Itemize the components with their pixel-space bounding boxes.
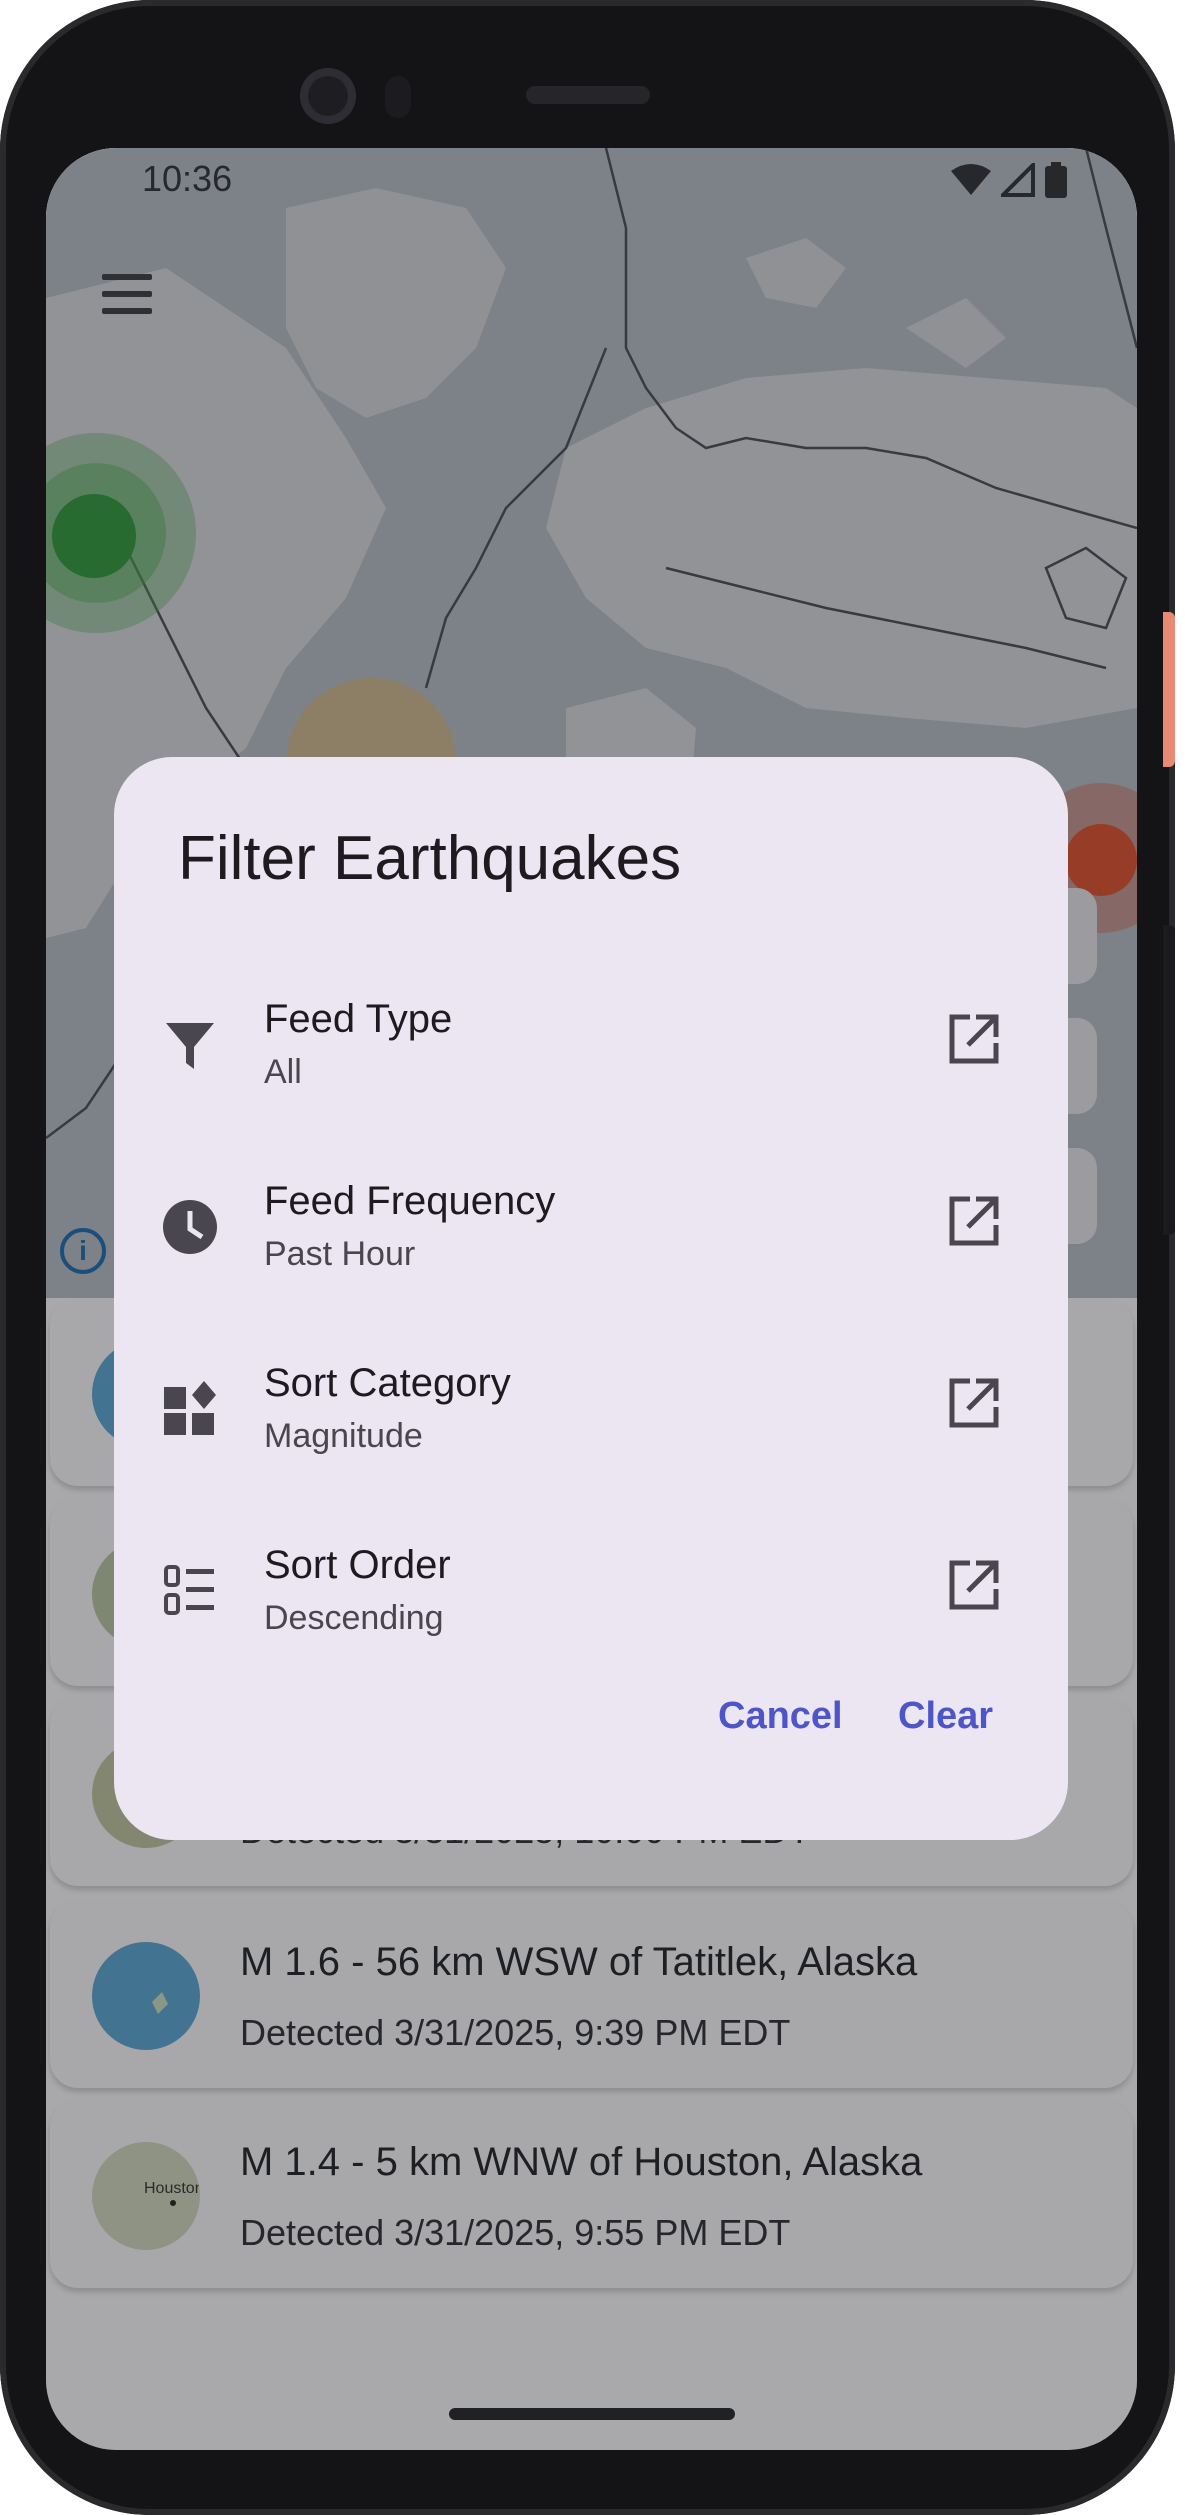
sensor: [385, 76, 411, 118]
volume-button: [1163, 612, 1175, 767]
category-icon: [164, 1381, 216, 1435]
filter-icon: [166, 1023, 214, 1069]
clear-button[interactable]: Clear: [898, 1695, 993, 1738]
open-in-new-icon[interactable]: [946, 1557, 1002, 1613]
open-in-new-icon[interactable]: [946, 1375, 1002, 1431]
option-label: Feed Type: [264, 997, 453, 1041]
option-sort-category[interactable]: Sort Category Magnitude: [114, 1349, 1068, 1499]
option-feed-frequency[interactable]: Feed Frequency Past Hour: [114, 1167, 1068, 1317]
option-feed-type[interactable]: Feed Type All: [114, 985, 1068, 1135]
option-value: Descending: [264, 1599, 444, 1637]
cancel-button[interactable]: Cancel: [718, 1695, 843, 1738]
screen: i 10:36 Detected: [46, 148, 1137, 2450]
filter-dialog: Filter Earthquakes Feed Type All Feed Fr…: [114, 757, 1068, 1840]
device-frame: i 10:36 Detected: [0, 0, 1175, 2515]
option-value: Magnitude: [264, 1417, 423, 1455]
power-button: [1163, 925, 1175, 1235]
dialog-title: Filter Earthquakes: [178, 824, 682, 893]
open-in-new-icon[interactable]: [946, 1011, 1002, 1067]
sort-list-icon: [164, 1565, 214, 1615]
option-sort-order[interactable]: Sort Order Descending: [114, 1531, 1068, 1681]
option-label: Sort Category: [264, 1361, 511, 1405]
option-value: Past Hour: [264, 1235, 416, 1273]
front-camera: [300, 68, 356, 124]
option-value: All: [264, 1053, 302, 1091]
clock-icon: [163, 1200, 217, 1254]
open-in-new-icon[interactable]: [946, 1193, 1002, 1249]
option-label: Sort Order: [264, 1543, 451, 1587]
option-label: Feed Frequency: [264, 1179, 556, 1223]
earpiece-speaker: [526, 86, 650, 104]
